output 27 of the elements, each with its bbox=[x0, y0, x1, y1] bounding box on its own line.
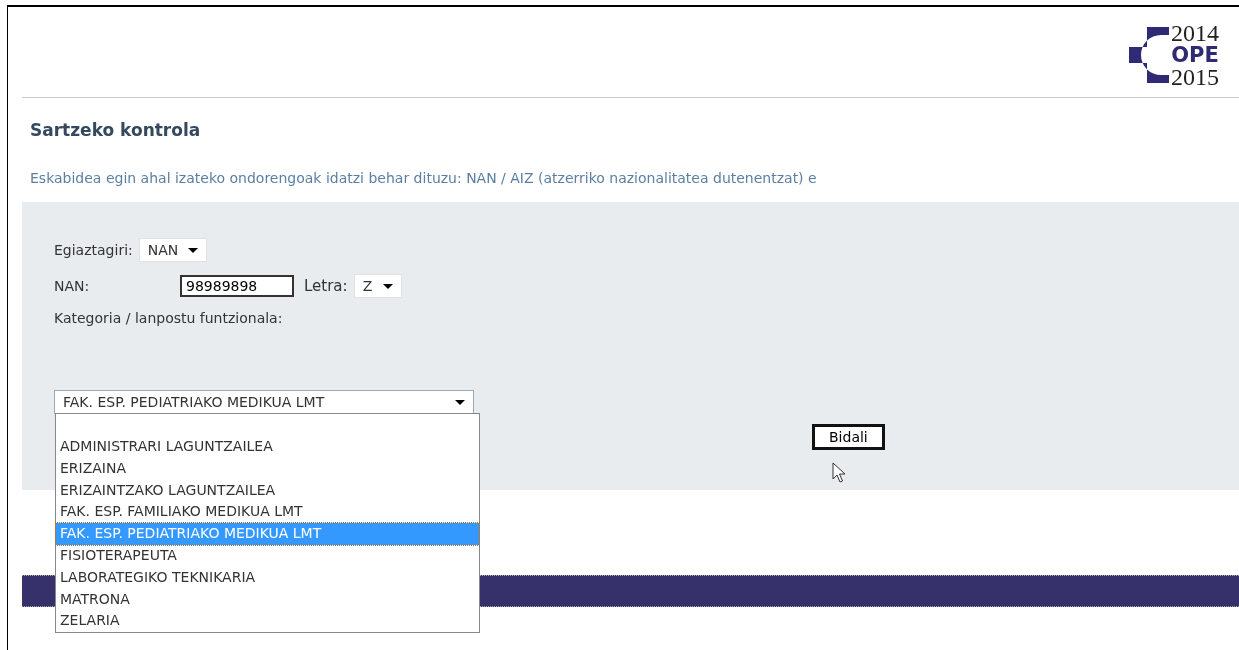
field-label: Letra: bbox=[304, 277, 348, 295]
logo-name: OPE bbox=[1171, 44, 1219, 66]
logo-year: 2015 bbox=[1171, 66, 1219, 88]
dropdown-option[interactable]: MATRONA bbox=[56, 588, 479, 611]
id-number-field[interactable]: 98989898 bbox=[180, 275, 294, 297]
dropdown-option[interactable]: ADMINISTRARI LAGUNTZAILEA bbox=[56, 436, 479, 458]
intro-text: Eskabidea egin ahal izateko ondorengoak idatzi behar dituzu: NAN / AIZ (atzerriko nazionalitatea dutenentzat) e bbox=[30, 170, 818, 186]
category-dropdown[interactable]: FAK. ESP. PEDIATRIAKO MEDIKUA LMT bbox=[54, 390, 474, 414]
logo-year: 2014 bbox=[1171, 22, 1219, 44]
field-label: NAN: bbox=[54, 278, 91, 294]
dropdown-option[interactable]: FAK. ESP. FAMILIAKO MEDIKUA LMT bbox=[56, 501, 479, 524]
field-label: Kategoria / lanpostu funtzionala: bbox=[54, 310, 283, 326]
dropdown-option[interactable]: LABORATEGIKO TEKNIKARIA bbox=[56, 566, 479, 589]
letter-dropdown[interactable]: Z bbox=[353, 274, 402, 298]
document-dropdown[interactable]: NAN bbox=[138, 238, 208, 262]
caret-icon bbox=[188, 247, 199, 253]
page-title: Sartzeko kontrola bbox=[30, 120, 202, 140]
dropdown-option[interactable]: ERIZAINTZAKO LAGUNTZAILEA bbox=[56, 479, 479, 502]
dropdown-option[interactable]: ZELARIA bbox=[56, 610, 479, 633]
submit-button[interactable]: Bidali bbox=[812, 424, 885, 450]
dropdown-option[interactable]: ERIZAINA bbox=[56, 457, 479, 480]
field-label: Egiaztagiri: bbox=[54, 242, 133, 258]
caret-icon bbox=[455, 399, 465, 405]
cross-logo-icon bbox=[1129, 27, 1169, 83]
mouse-pointer-icon bbox=[832, 462, 846, 484]
dropdown-option[interactable]: FISIOTERAPEUTA bbox=[56, 545, 479, 567]
caret-icon bbox=[382, 283, 393, 289]
